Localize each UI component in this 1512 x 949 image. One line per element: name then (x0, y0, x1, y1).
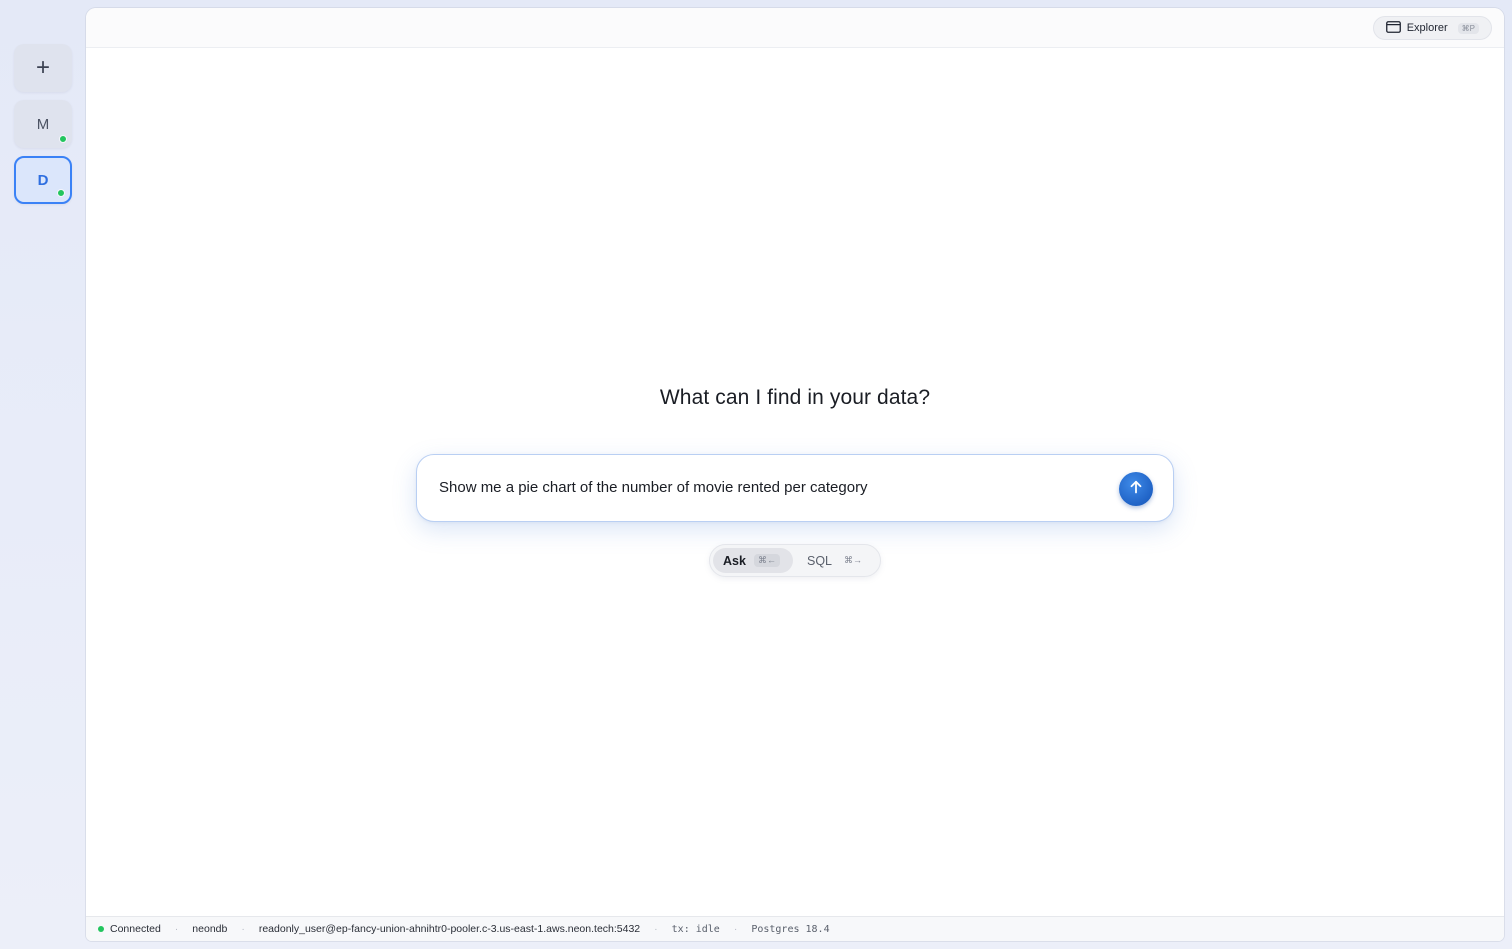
ask-mode-shortcut: ⌘← (753, 554, 780, 567)
arrow-up-icon (1128, 479, 1144, 500)
page-title: What can I find in your data? (659, 386, 931, 409)
mode-toggle: Ask ⌘← SQL ⌘→ (709, 544, 881, 577)
explorer-button[interactable]: Explorer ⌘P (1372, 16, 1492, 40)
separator: · (241, 923, 245, 935)
connected-status-dot (57, 189, 65, 197)
new-connection-button[interactable]: + (14, 44, 72, 92)
connection-label: M (36, 115, 50, 133)
sql-mode-label: SQL (807, 553, 833, 568)
plus-icon: + (35, 54, 50, 81)
send-button[interactable] (1119, 472, 1153, 506)
database-engine: Postgres 18.4 (751, 923, 830, 935)
separator: · (733, 923, 738, 935)
connection-host: readonly_user@ep-fancy-union-ahnihtr0-po… (258, 923, 641, 935)
sql-mode-button[interactable]: SQL ⌘→ (797, 548, 877, 573)
transaction-status: tx: idle (671, 923, 720, 935)
connected-status-dot (59, 135, 67, 143)
connected-status-dot (98, 926, 104, 932)
top-bar: Explorer ⌘P (86, 8, 1504, 48)
connection-label: D (37, 171, 49, 189)
query-input[interactable] (437, 455, 1101, 521)
separator: · (174, 923, 179, 935)
sql-mode-shortcut: ⌘→ (844, 555, 863, 565)
ask-mode-button[interactable]: Ask ⌘← (713, 548, 793, 573)
explorer-shortcut: ⌘P (1457, 22, 1479, 34)
database-name: neondb (192, 923, 228, 935)
explorer-label: Explorer (1406, 22, 1448, 34)
main-window: Explorer ⌘P What can I find in your data… (86, 8, 1504, 941)
connection-rail: + M D (0, 0, 86, 949)
query-box (416, 454, 1174, 522)
separator: · (654, 923, 658, 935)
window-icon (1385, 20, 1401, 36)
connection-d-button[interactable]: D (14, 156, 72, 204)
ask-mode-label: Ask (723, 553, 746, 568)
status-bar: Connected · neondb · readonly_user@ep-fa… (86, 916, 1504, 941)
connection-m-button[interactable]: M (14, 100, 72, 148)
connection-status: Connected (110, 923, 161, 935)
